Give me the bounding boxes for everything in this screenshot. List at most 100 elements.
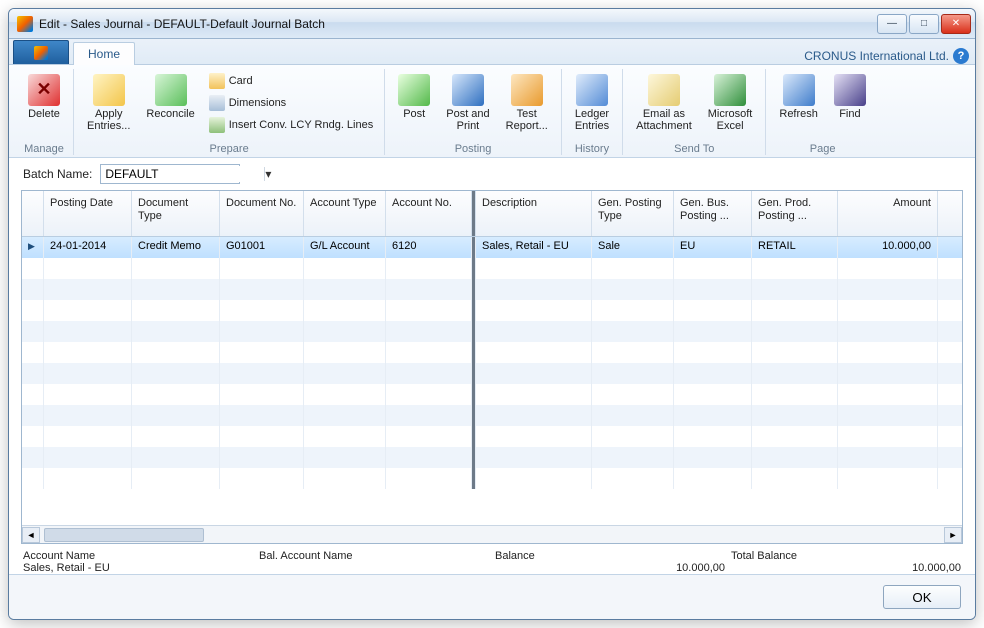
cell-account-type[interactable]: G/L Account <box>304 237 386 258</box>
title-bar: Edit - Sales Journal - DEFAULT-Default J… <box>9 9 975 39</box>
post-icon <box>398 74 430 106</box>
minimize-button[interactable]: — <box>877 14 907 34</box>
group-posting: Post Post and Print Test Report... Posti… <box>385 69 562 155</box>
col-description[interactable]: Description <box>476 191 592 236</box>
group-history: Ledger Entries History <box>562 69 623 155</box>
row-selector[interactable] <box>22 237 44 258</box>
tab-home[interactable]: Home <box>73 42 135 65</box>
table-row-empty[interactable] <box>22 279 962 300</box>
table-row-empty[interactable] <box>22 321 962 342</box>
col-account-no[interactable]: Account No. <box>386 191 472 236</box>
col-gen-posting-type[interactable]: Gen. Posting Type <box>592 191 674 236</box>
file-tab[interactable] <box>13 40 69 64</box>
cell-document-no[interactable]: G01001 <box>220 237 304 258</box>
close-button[interactable]: ✕ <box>941 14 971 34</box>
batch-name-input[interactable] <box>101 166 264 182</box>
cell-gen-posting-type[interactable]: Sale <box>592 237 674 258</box>
table-row-empty[interactable] <box>22 384 962 405</box>
scroll-thumb[interactable] <box>44 528 204 542</box>
group-posting-label: Posting <box>455 141 492 155</box>
app-icon-small <box>34 46 48 60</box>
find-button[interactable]: Find <box>827 69 873 125</box>
post-button[interactable]: Post <box>391 69 437 125</box>
delete-button[interactable]: Delete <box>21 69 67 125</box>
help-icon[interactable]: ? <box>953 48 969 64</box>
account-name-value: Sales, Retail - EU <box>23 562 253 574</box>
col-posting-date[interactable]: Posting Date <box>44 191 132 236</box>
chevron-down-icon[interactable]: ▾ <box>264 167 271 181</box>
group-page-label: Page <box>810 141 836 155</box>
cell-gen-prod-posting[interactable]: RETAIL <box>752 237 838 258</box>
delete-icon <box>28 74 60 106</box>
col-account-type[interactable]: Account Type <box>304 191 386 236</box>
group-history-label: History <box>575 141 609 155</box>
microsoft-excel-button[interactable]: Microsoft Excel <box>701 69 760 137</box>
ok-button[interactable]: OK <box>883 585 961 609</box>
card-button[interactable]: Card <box>204 71 379 91</box>
col-document-no[interactable]: Document No. <box>220 191 304 236</box>
insert-conv-icon <box>209 117 225 133</box>
table-row[interactable]: 24-01-2014 Credit Memo G01001 G/L Accoun… <box>22 237 962 258</box>
excel-icon <box>714 74 746 106</box>
batch-name-combo[interactable]: ▾ <box>100 164 240 184</box>
ribbon: Home CRONUS International Ltd. ? Delete … <box>9 39 975 158</box>
table-row-empty[interactable] <box>22 300 962 321</box>
journal-grid: Posting Date Document Type Document No. … <box>21 190 963 544</box>
card-icon <box>209 73 225 89</box>
reconcile-icon <box>155 74 187 106</box>
col-document-type[interactable]: Document Type <box>132 191 220 236</box>
table-row-empty[interactable] <box>22 342 962 363</box>
row-selector-header <box>22 191 44 236</box>
scroll-track[interactable] <box>40 528 944 542</box>
table-row-empty[interactable] <box>22 258 962 279</box>
group-sendto-label: Send To <box>674 141 714 155</box>
post-and-print-button[interactable]: Post and Print <box>439 69 496 137</box>
group-sendto: Email as Attachment Microsoft Excel Send… <box>623 69 766 155</box>
email-icon <box>648 74 680 106</box>
ledger-entries-button[interactable]: Ledger Entries <box>568 69 616 137</box>
cell-amount[interactable]: 10.000,00 <box>838 237 938 258</box>
table-row-empty[interactable] <box>22 363 962 384</box>
col-amount[interactable]: Amount <box>838 191 938 236</box>
grid-body[interactable]: 24-01-2014 Credit Memo G01001 G/L Accoun… <box>22 237 962 525</box>
balance-label: Balance <box>495 550 725 562</box>
scroll-right-button[interactable]: ► <box>944 527 962 543</box>
group-manage-label: Manage <box>24 141 64 155</box>
batch-name-row: Batch Name: ▾ <box>9 158 975 190</box>
test-report-icon <box>511 74 543 106</box>
email-attachment-button[interactable]: Email as Attachment <box>629 69 699 137</box>
table-row-empty[interactable] <box>22 468 962 489</box>
group-page: Refresh Find Page <box>766 69 879 155</box>
apply-entries-button[interactable]: Apply Entries... <box>80 69 137 137</box>
scroll-left-button[interactable]: ◄ <box>22 527 40 543</box>
cell-description[interactable]: Sales, Retail - EU <box>476 237 592 258</box>
bal-account-name-label: Bal. Account Name <box>259 550 489 562</box>
table-row-empty[interactable] <box>22 447 962 468</box>
dimensions-button[interactable]: Dimensions <box>204 93 379 113</box>
group-manage: Delete Manage <box>15 69 74 155</box>
col-gen-bus-posting[interactable]: Gen. Bus. Posting ... <box>674 191 752 236</box>
cell-gen-bus-posting[interactable]: EU <box>674 237 752 258</box>
group-prepare: Apply Entries... Reconcile Card Di <box>74 69 385 155</box>
refresh-icon <box>783 74 815 106</box>
col-gen-prod-posting[interactable]: Gen. Prod. Posting ... <box>752 191 838 236</box>
app-icon <box>17 16 33 32</box>
balance-value: 10.000,00 <box>495 562 725 574</box>
maximize-button[interactable]: □ <box>909 14 939 34</box>
app-window: Edit - Sales Journal - DEFAULT-Default J… <box>8 8 976 620</box>
apply-entries-icon <box>93 74 125 106</box>
insert-conv-button[interactable]: Insert Conv. LCY Rndg. Lines <box>204 115 379 135</box>
cell-document-type[interactable]: Credit Memo <box>132 237 220 258</box>
table-row-empty[interactable] <box>22 405 962 426</box>
cell-account-no[interactable]: 6120 <box>386 237 472 258</box>
test-report-button[interactable]: Test Report... <box>499 69 555 137</box>
horizontal-scrollbar[interactable]: ◄ ► <box>22 525 962 543</box>
dimensions-icon <box>209 95 225 111</box>
summary-panel: Account Name Sales, Retail - EU Bal. Acc… <box>9 544 975 574</box>
refresh-button[interactable]: Refresh <box>772 69 825 125</box>
reconcile-button[interactable]: Reconcile <box>139 69 201 125</box>
table-row-empty[interactable] <box>22 426 962 447</box>
batch-name-label: Batch Name: <box>23 167 92 181</box>
account-name-label: Account Name <box>23 550 253 562</box>
cell-posting-date[interactable]: 24-01-2014 <box>44 237 132 258</box>
